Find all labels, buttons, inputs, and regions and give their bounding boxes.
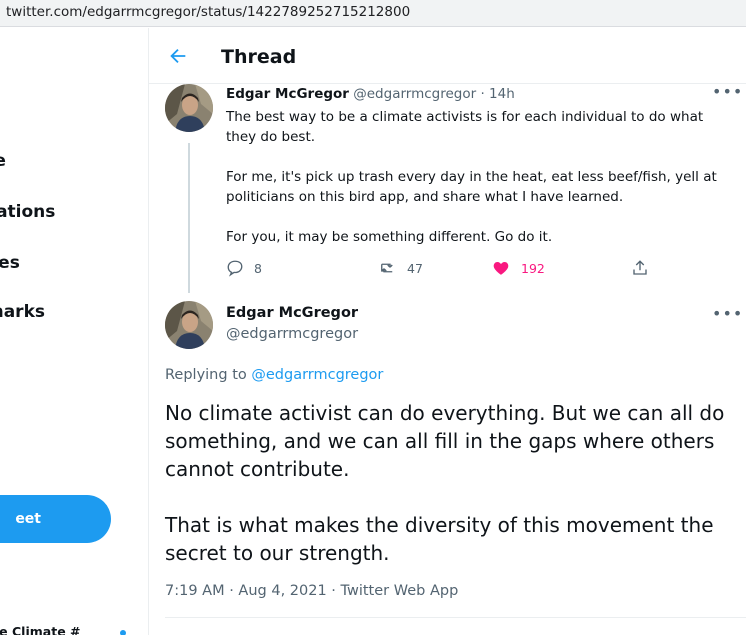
reply-icon xyxy=(227,260,243,277)
divider xyxy=(165,617,746,618)
address-bar[interactable]: twitter.com/edgarrmcgregor/status/142278… xyxy=(0,0,746,27)
back-arrow-icon[interactable] xyxy=(167,45,189,67)
sidebar-item-bookmarks[interactable]: marks xyxy=(0,302,45,322)
author-handle[interactable]: @edgarrmcgregor xyxy=(226,326,358,342)
thread-line xyxy=(188,143,190,293)
tweet-button-label: eet xyxy=(15,511,41,527)
replying-to: Replying to @edgarrmcgregor xyxy=(165,367,383,383)
tweet-text-paragraph: The best way to be a climate activists i… xyxy=(226,109,704,145)
retweet-count: 47 xyxy=(407,260,423,276)
replying-prefix: Replying to xyxy=(165,367,247,383)
tweet-button[interactable]: eet xyxy=(0,495,111,543)
sidebar-item-messages[interactable]: ges xyxy=(0,253,20,273)
sidebar-item-explore[interactable]: re xyxy=(0,151,6,171)
sidebar: re cations ges marks e eet ine Climate # xyxy=(0,28,149,635)
account-switcher[interactable]: ine Climate # xyxy=(0,624,81,635)
more-icon[interactable]: ••• xyxy=(712,82,743,101)
page-title: Thread xyxy=(221,46,297,68)
thread-header: Thread xyxy=(149,28,746,84)
tweet-text-paragraph: That is what makes the diversity of this… xyxy=(165,513,714,565)
avatar[interactable] xyxy=(165,301,213,349)
share-button[interactable] xyxy=(631,259,659,277)
tweet-text-paragraph: For you, it may be something different. … xyxy=(226,229,553,245)
notification-dot xyxy=(120,630,126,635)
tweet-header: Edgar McGregor @edgarrmcgregor · 14h xyxy=(226,86,515,102)
tweet-text-paragraph: For me, it's pick up trash every day in … xyxy=(226,169,717,205)
retweet-button[interactable]: 47 xyxy=(377,259,423,277)
author-name[interactable]: Edgar McGregor xyxy=(226,86,349,102)
main-column: Thread Edgar McGregor @edgarrmcgregor · … xyxy=(149,28,746,635)
retweet-icon xyxy=(381,263,393,273)
reply-button[interactable]: 8 xyxy=(226,259,262,277)
author-handle-time[interactable]: @edgarrmcgregor · 14h xyxy=(353,86,515,102)
reply-count: 8 xyxy=(254,260,262,276)
like-button[interactable]: 192 xyxy=(491,259,545,277)
tweet-text-paragraph: No climate activist can do everything. B… xyxy=(165,401,725,481)
avatar[interactable] xyxy=(165,84,213,132)
share-icon xyxy=(633,260,647,275)
heart-icon xyxy=(493,262,509,275)
tweet-meta[interactable]: 7:19 AM · Aug 4, 2021 · Twitter Web App xyxy=(165,583,458,599)
like-count: 192 xyxy=(521,260,545,276)
sidebar-item-notifications[interactable]: cations xyxy=(0,202,55,222)
author-name[interactable]: Edgar McGregor xyxy=(226,305,358,321)
more-icon[interactable]: ••• xyxy=(712,304,743,323)
url-text[interactable]: twitter.com/edgarrmcgregor/status/142278… xyxy=(6,4,410,20)
replying-to-link[interactable]: @edgarrmcgregor xyxy=(251,367,383,383)
